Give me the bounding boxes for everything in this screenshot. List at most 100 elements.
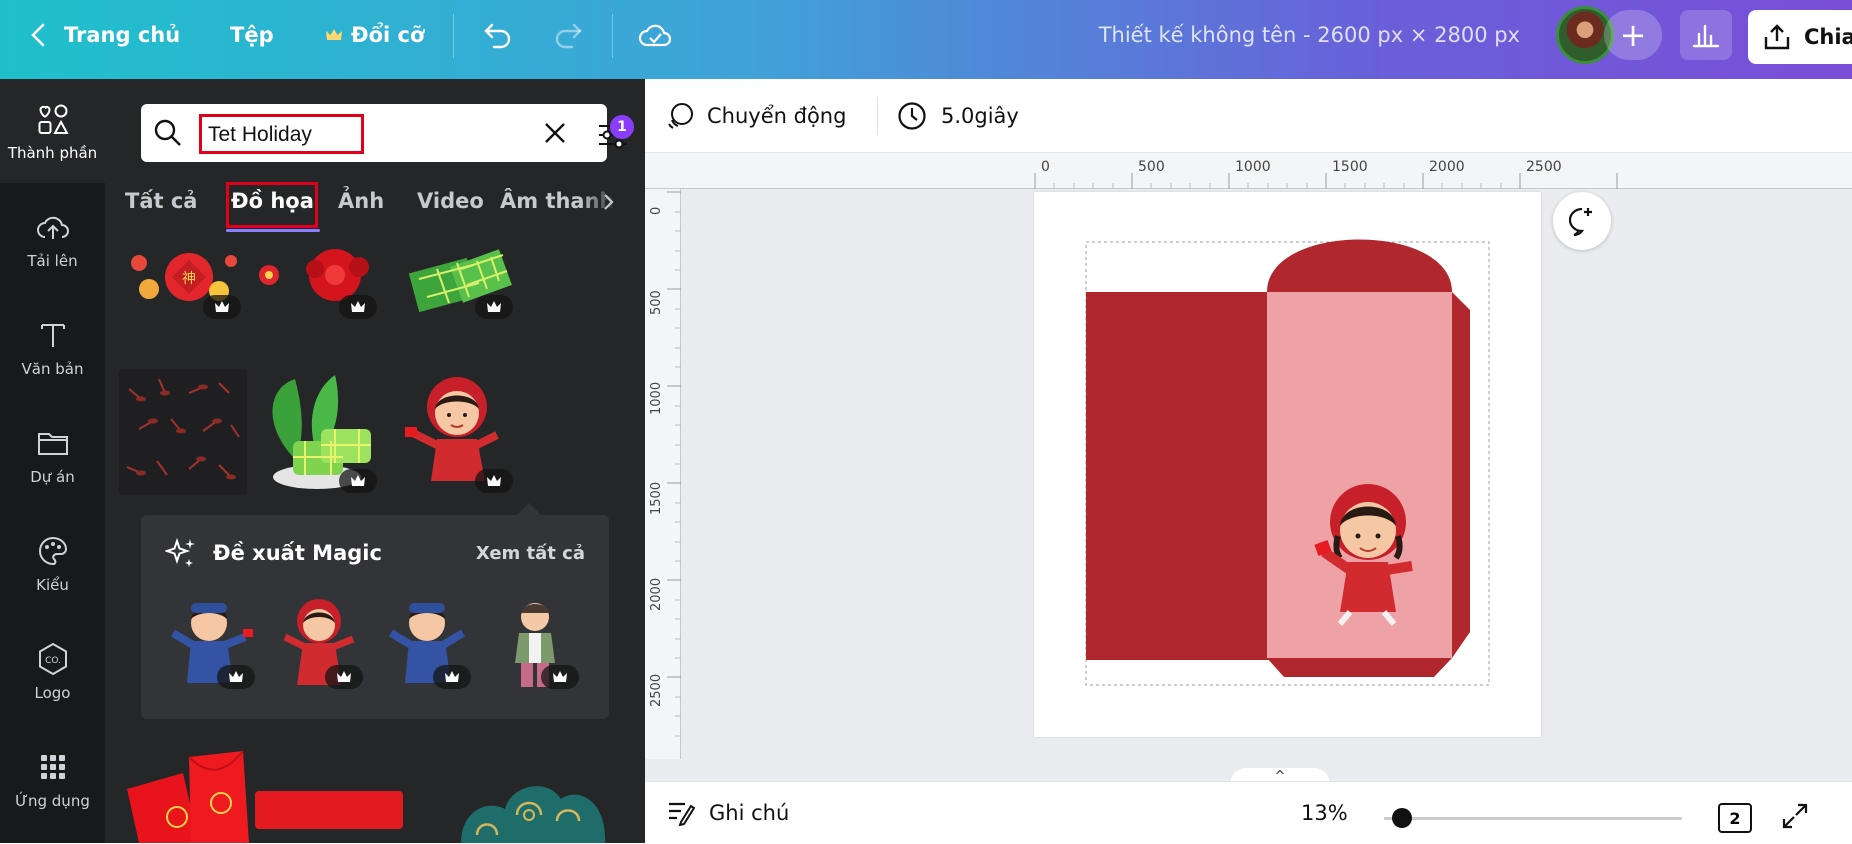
text-icon <box>40 324 65 347</box>
add-comment-button[interactable] <box>1553 192 1611 250</box>
notes-label: Ghi chú <box>709 801 790 825</box>
apps-grid-icon <box>40 755 65 779</box>
tab-photos[interactable]: Ảnh <box>338 179 384 223</box>
magic-title: Đề xuất Magic <box>213 541 382 565</box>
undo-button[interactable] <box>482 0 514 69</box>
file-menu-button[interactable]: Tệp <box>230 0 274 69</box>
horizontal-ruler: 0 500 1000 1500 2000 2500 <box>645 153 1852 189</box>
page-count-button[interactable]: 2 <box>1718 803 1752 833</box>
magic-suggestions: Đề xuất Magic Xem tất cả <box>141 515 609 719</box>
rail-item-text[interactable]: Văn bản <box>0 295 105 399</box>
animation-button[interactable]: Chuyển động <box>665 79 846 153</box>
tab-all[interactable]: Tất cả <box>125 179 197 223</box>
undo-icon <box>484 23 511 48</box>
duration-button[interactable]: 5.0giây <box>897 79 1019 153</box>
graphic-item[interactable] <box>255 369 383 495</box>
chevron-right-icon[interactable] <box>601 193 615 211</box>
crown-icon <box>229 671 243 682</box>
rail-label: Logo <box>34 684 71 702</box>
divider <box>612 14 613 58</box>
redo-button[interactable] <box>552 0 584 69</box>
search-tabs: Tất cả Đồ họa Ảnh Video Âm thanh <box>125 179 645 223</box>
redo-icon <box>555 23 582 48</box>
rail-item-projects[interactable]: Dự án <box>0 403 105 507</box>
resize-label: Đổi cỡ <box>351 22 425 47</box>
add-collaborator-button[interactable]: + <box>1604 10 1662 60</box>
elements-panel: Tet Holiday 1 Tất cả Đồ họa Ảnh Video Âm… <box>105 79 645 843</box>
graphic-item[interactable] <box>119 369 247 495</box>
active-tab-indicator <box>226 229 320 232</box>
graphic-item[interactable]: 神 <box>119 239 247 327</box>
zoom-level[interactable]: 13% <box>1301 782 1348 844</box>
ruler-label: 2500 <box>649 673 664 707</box>
premium-badge <box>203 295 241 319</box>
zoom-slider-handle[interactable] <box>1392 808 1412 828</box>
elements-icon <box>38 104 69 134</box>
premium-badge <box>339 295 377 319</box>
crown-icon <box>445 671 459 682</box>
ruler-label: 0 <box>649 206 664 215</box>
side-rail: Thành phần Tải lên Văn bản Dự án Kiểu CO… <box>0 79 105 843</box>
rail-item-elements[interactable]: Thành phần <box>0 79 105 183</box>
rail-item-apps[interactable]: Ứng dụng <box>0 727 105 831</box>
notes-button[interactable]: Ghi chú <box>667 782 789 844</box>
search-box[interactable]: Tet Holiday 1 <box>141 104 634 162</box>
rail-label: Tải lên <box>27 252 78 270</box>
animation-label: Chuyển động <box>707 104 847 128</box>
sparkles-icon <box>165 537 195 567</box>
tab-videos[interactable]: Video <box>417 179 484 223</box>
tab-audio[interactable]: Âm thanh <box>500 179 615 223</box>
clock-icon <box>898 102 926 130</box>
search-input[interactable]: Tet Holiday <box>199 114 364 154</box>
filter-count-badge: 1 <box>610 115 634 139</box>
see-all-link[interactable]: Xem tất cả <box>476 543 585 564</box>
logo-icon: CO. <box>38 642 67 676</box>
magic-item[interactable] <box>377 593 477 693</box>
folder-icon <box>37 433 68 455</box>
graphic-item[interactable] <box>255 791 403 829</box>
upload-cloud-icon <box>36 216 69 239</box>
design-page[interactable] <box>1034 192 1541 737</box>
svg-text:CO.: CO. <box>45 656 61 666</box>
resize-button[interactable]: Đổi cỡ <box>325 0 424 69</box>
envelope-design[interactable] <box>1034 192 1541 737</box>
animation-icon <box>668 103 693 129</box>
share-label: Chia <box>1804 25 1852 49</box>
upload-icon <box>1764 24 1790 50</box>
crown-icon <box>351 475 365 486</box>
zoom-slider-track[interactable] <box>1384 817 1682 820</box>
magic-item[interactable] <box>485 593 585 693</box>
graphic-item[interactable] <box>391 239 519 327</box>
magic-item[interactable] <box>269 593 369 693</box>
premium-badge <box>217 665 255 689</box>
magic-item[interactable] <box>161 593 261 693</box>
divider <box>877 97 878 135</box>
rail-label: Văn bản <box>21 360 84 378</box>
save-status-button[interactable] <box>638 0 672 69</box>
graphic-item[interactable] <box>255 239 383 327</box>
red-envelopes-graphic <box>127 750 249 843</box>
ruler-label: 2000 <box>1429 159 1465 175</box>
back-home-button[interactable]: Trang chủ <box>28 0 180 69</box>
rail-item-uploads[interactable]: Tải lên <box>0 187 105 291</box>
rail-label: Dự án <box>30 468 75 486</box>
top-bar: Trang chủ Tệp Đổi cỡ Thiết kế không tên … <box>0 0 1852 79</box>
graphic-item[interactable] <box>457 765 617 843</box>
document-title[interactable]: Thiết kế không tên - 2600 px × 2800 px <box>1060 0 1520 69</box>
fullscreen-icon[interactable] <box>1780 801 1810 831</box>
ruler-label: 1000 <box>1235 159 1271 175</box>
ruler-label: 0 <box>1041 159 1050 175</box>
insights-button[interactable] <box>1680 10 1732 60</box>
premium-badge <box>475 469 513 493</box>
rail-item-logo[interactable]: CO. Logo <box>0 619 105 723</box>
svg-text:神: 神 <box>182 271 196 287</box>
premium-badge <box>541 665 579 689</box>
ruler-label: 1500 <box>649 481 664 515</box>
graphic-item[interactable] <box>391 369 519 495</box>
share-button[interactable]: Chia <box>1748 10 1852 64</box>
rail-item-styles[interactable]: Kiểu <box>0 511 105 615</box>
bar-chart-icon <box>1692 24 1720 48</box>
cloud-pattern-graphic <box>461 786 606 843</box>
close-icon[interactable] <box>541 119 569 147</box>
graphic-item[interactable] <box>119 739 257 843</box>
